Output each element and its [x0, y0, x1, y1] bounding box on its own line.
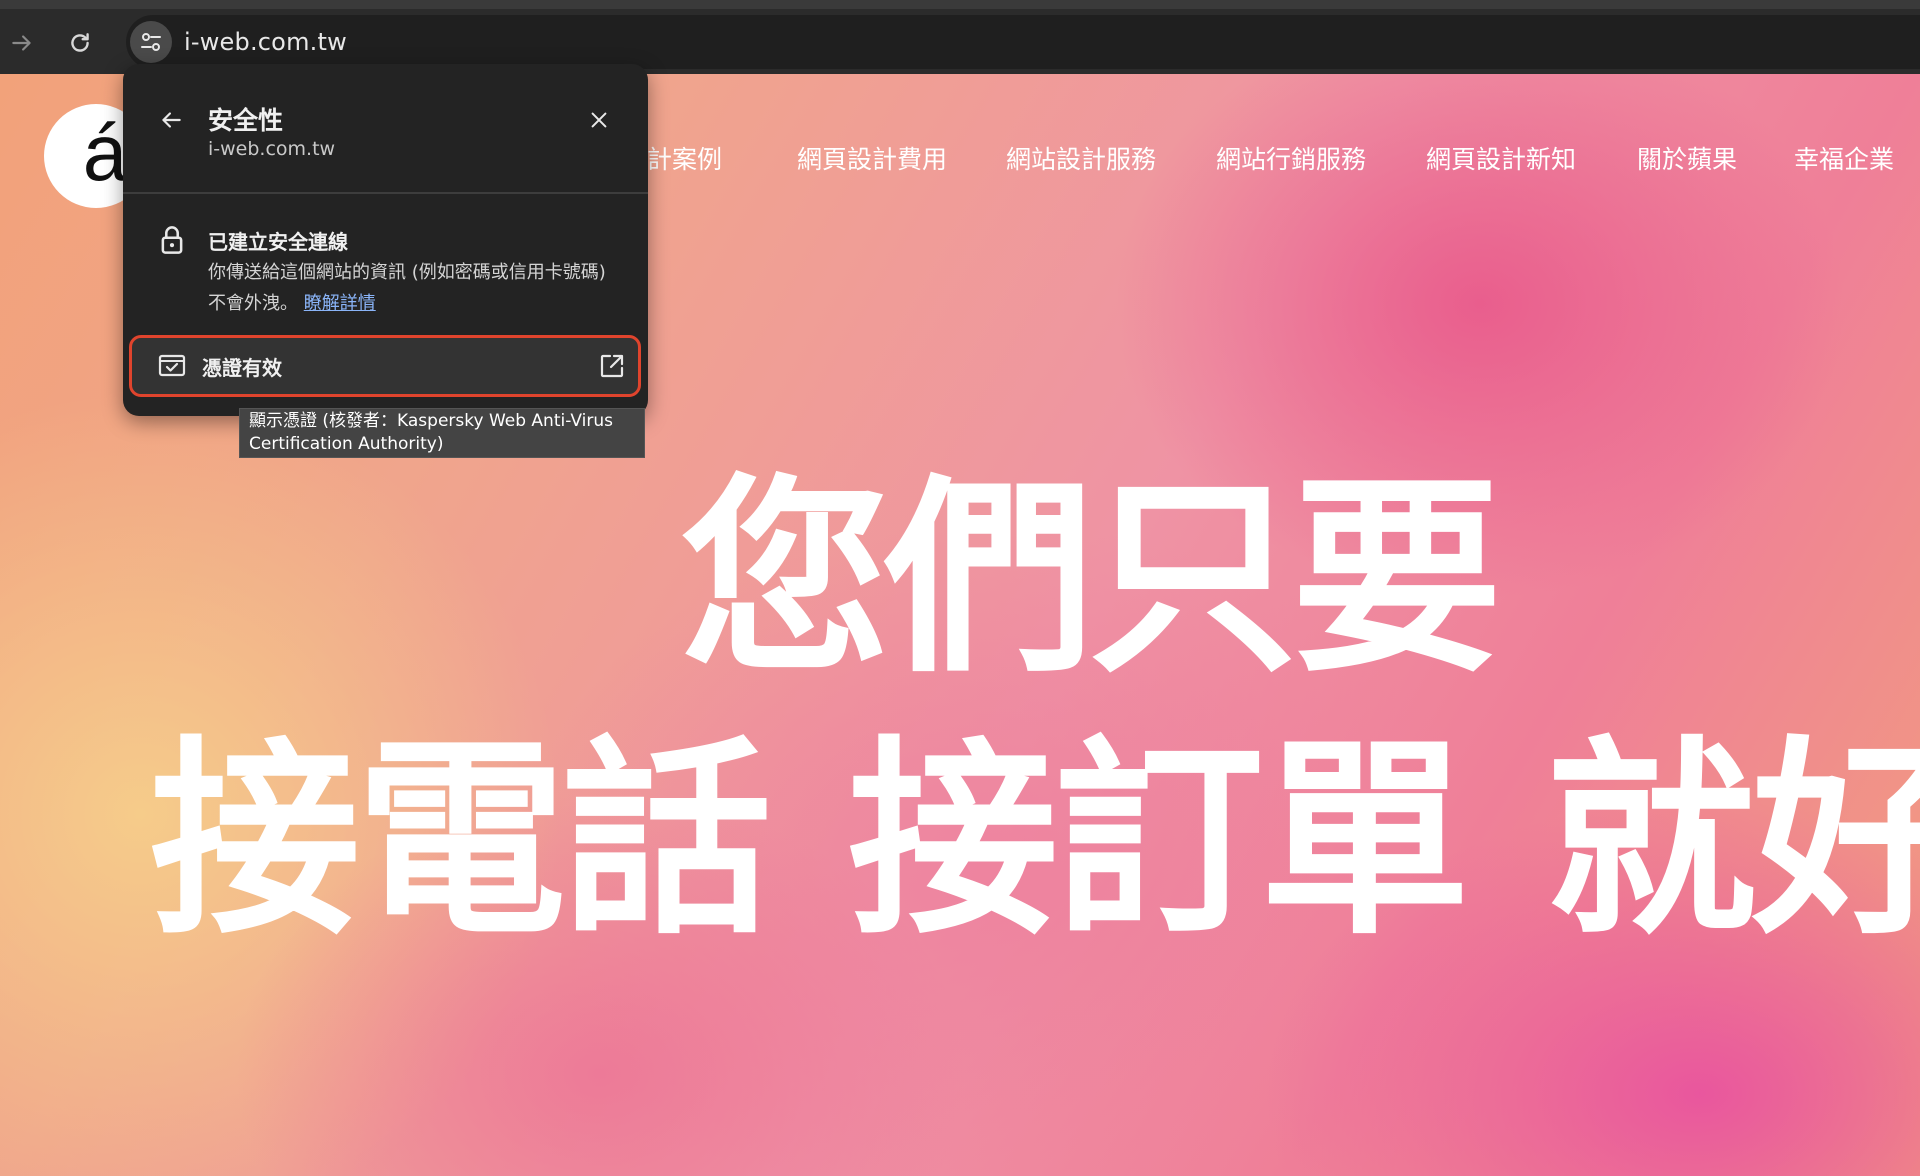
learn-more-link[interactable]: 瞭解詳情	[304, 293, 376, 314]
forward-button[interactable]	[2, 23, 42, 63]
certificate-valid-button[interactable]: 憑證有效	[129, 335, 641, 397]
secure-desc-text: 你傳送給這個網站的資訊 (例如密碼或信用卡號碼) 不會外洩。	[208, 262, 606, 314]
arrow-left-icon	[162, 112, 181, 128]
site-info-button[interactable]	[130, 21, 172, 63]
reload-button[interactable]	[60, 23, 100, 63]
popup-domain: i-web.com.tw	[208, 138, 336, 160]
lock-icon	[161, 226, 183, 254]
certificate-icon	[158, 354, 186, 377]
hero-phrase-2: 接訂單	[848, 718, 1470, 963]
nav-item-happy-company[interactable]: 幸福企業	[1794, 140, 1894, 176]
back-button[interactable]	[155, 104, 187, 136]
hero-headline-line1: 您們只要	[680, 456, 1502, 701]
popup-divider	[123, 192, 648, 194]
nav-item-news[interactable]: 網頁設計新知	[1426, 140, 1576, 176]
close-icon	[591, 112, 607, 128]
popup-title: 安全性	[208, 106, 284, 135]
certificate-label: 憑證有效	[202, 356, 282, 380]
hero-headline-line2: 接電話 接訂單 就好	[150, 736, 1920, 946]
hero-phrase-3: 就好	[1546, 718, 1920, 963]
address-bar[interactable]: i-web.com.tw	[126, 15, 1920, 69]
url-text[interactable]: i-web.com.tw	[184, 28, 347, 56]
secure-connection-desc: 你傳送給這個網站的資訊 (例如密碼或信用卡號碼) 不會外洩。 瞭解詳情	[208, 257, 628, 319]
secure-connection-title: 已建立安全連線	[208, 230, 348, 254]
reload-icon	[71, 33, 89, 52]
nav-item-about[interactable]: 關於蘋果	[1637, 140, 1737, 176]
certificate-tooltip: 顯示憑證 (核發者：Kaspersky Web Anti-Virus Certi…	[239, 408, 645, 458]
nav-item-marketing[interactable]: 網站行銷服務	[1216, 140, 1366, 176]
browser-toolbar: i-web.com.tw	[0, 0, 1920, 74]
nav-item-pricing[interactable]: 網頁設計費用	[797, 140, 947, 176]
nav-item-design-services[interactable]: 網站設計服務	[1006, 140, 1156, 176]
arrow-right-icon	[12, 35, 31, 51]
security-popup: 安全性 i-web.com.tw 已建立安全連線 你傳送給這個網站的資訊 (例如…	[123, 64, 648, 416]
tune-icon	[141, 33, 161, 51]
close-button[interactable]	[583, 104, 615, 136]
hero-phrase-1: 接電話	[150, 718, 772, 963]
external-link-icon	[600, 354, 624, 378]
